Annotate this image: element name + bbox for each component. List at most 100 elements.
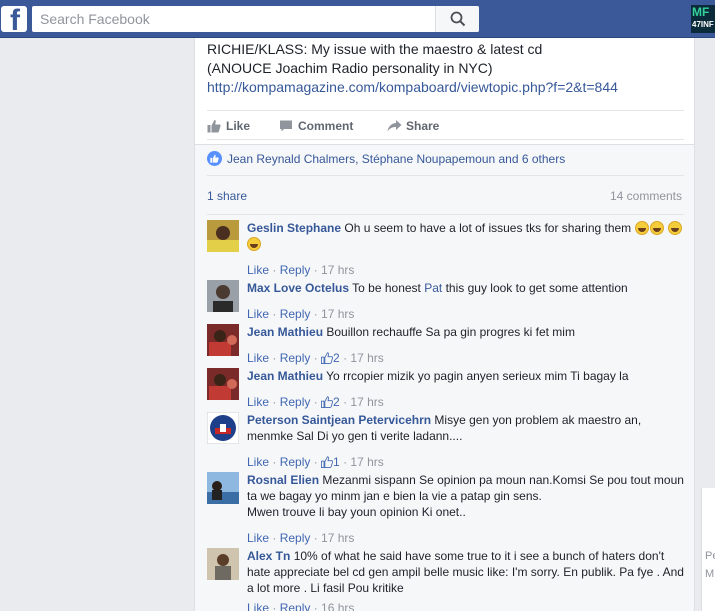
- comment-text: Oh u seem to have a lot of issues tks fo…: [344, 221, 632, 235]
- like-count-thumb-icon: [321, 396, 334, 408]
- avatar[interactable]: [207, 548, 239, 580]
- top-navigation-bar: f MF 47INF: [0, 0, 715, 38]
- page-logo-text-2: 47INF: [692, 20, 714, 29]
- right-sidebar-edge: Pe M: [701, 488, 715, 611]
- comment-meta: Like · Reply · 2 · 17 hrs: [247, 351, 384, 365]
- comment-reply-link[interactable]: Reply: [280, 395, 311, 409]
- comment-timestamp[interactable]: 17 hrs: [350, 395, 383, 409]
- thumbs-up-icon: [207, 120, 221, 133]
- comment-button-label: Comment: [298, 119, 354, 133]
- comment-reply-link[interactable]: Reply: [280, 307, 311, 321]
- facebook-logo[interactable]: f: [1, 6, 27, 32]
- comment-body: Jean Mathieu Yo rrcopier mizik yo pagin …: [247, 368, 684, 384]
- page-logo-text-1: MF: [692, 5, 710, 19]
- comment-author[interactable]: Jean Mathieu: [247, 325, 323, 339]
- search-button[interactable]: [435, 6, 479, 32]
- comment-mention[interactable]: Pat: [424, 281, 442, 295]
- laughing-emoji-icon: [667, 221, 682, 235]
- comment-count[interactable]: 14 comments: [610, 188, 682, 204]
- comment-reply-link[interactable]: Reply: [280, 531, 311, 545]
- comment-like-count[interactable]: 2: [333, 351, 340, 365]
- post-text-line-1: RICHIE/KLASS: My issue with the maestro …: [207, 41, 543, 57]
- divider: [207, 175, 684, 176]
- comment-author[interactable]: Geslin Stephane: [247, 221, 341, 235]
- comment-body: Peterson Saintjean Petervicehrn Misye ge…: [247, 412, 684, 444]
- comment-author[interactable]: Jean Mathieu: [247, 369, 323, 383]
- laughing-emoji-icon: [634, 221, 649, 235]
- comment-like-link[interactable]: Like: [247, 455, 269, 469]
- comment-timestamp[interactable]: 17 hrs: [321, 307, 354, 321]
- comment-author[interactable]: Max Love Octelus: [247, 281, 349, 295]
- post-text-line-2: (ANOUCE Joachim Radio personality in NYC…: [207, 60, 493, 76]
- reactions-and-comments: Jean Reynald Chalmers, Stéphane Noupapem…: [195, 144, 694, 611]
- comment-reply-link[interactable]: Reply: [280, 601, 311, 611]
- comment-like-link[interactable]: Like: [247, 307, 269, 321]
- comment-like-link[interactable]: Like: [247, 395, 269, 409]
- share-button[interactable]: Share: [387, 116, 457, 136]
- comment-author[interactable]: Alex Tn: [247, 549, 290, 563]
- avatar[interactable]: [207, 280, 239, 312]
- laughing-emoji-icon: [649, 221, 664, 235]
- laughing-emoji-icon: [247, 237, 261, 251]
- like-count-thumb-icon: [321, 456, 334, 468]
- comment-like-count[interactable]: 1: [333, 455, 340, 469]
- post-card: RICHIE/KLASS: My issue with the maestro …: [194, 38, 695, 611]
- comment-text: Yo rrcopier mizik yo pagin anyen serieux…: [326, 369, 629, 383]
- comment-author[interactable]: Rosnal Elien: [247, 473, 319, 487]
- avatar[interactable]: [207, 412, 239, 444]
- comment-like-count[interactable]: 2: [333, 395, 340, 409]
- divider: [207, 214, 684, 215]
- comment-author[interactable]: Peterson Saintjean Petervicehrn: [247, 413, 431, 427]
- comment-meta: Like · Reply · 2 · 17 hrs: [247, 395, 384, 409]
- comment-meta: Like · Reply · 16 hrs: [247, 600, 354, 611]
- like-button-label: Like: [226, 119, 251, 133]
- comment-timestamp[interactable]: 17 hrs: [350, 455, 383, 469]
- comment-body: Geslin Stephane Oh u seem to have a lot …: [247, 220, 684, 252]
- comment-like-link[interactable]: Like: [247, 531, 269, 545]
- comment-meta: Like · Reply · 17 hrs: [247, 307, 355, 321]
- avatar[interactable]: [207, 472, 239, 504]
- like-reaction-icon: [207, 151, 222, 166]
- comment-meta: Like · Reply · 1 · 17 hrs: [247, 455, 384, 469]
- avatar[interactable]: [207, 220, 239, 252]
- comment-timestamp[interactable]: 17 hrs: [350, 351, 383, 365]
- comment-like-link[interactable]: Like: [247, 601, 269, 611]
- facebook-logo-letter: f: [10, 6, 20, 32]
- search-icon: [450, 11, 466, 27]
- comment-text: To be honest: [352, 281, 425, 295]
- comment-body: Rosnal Elien Mezanmi sispann Se opinion …: [247, 472, 684, 520]
- post-text: RICHIE/KLASS: My issue with the maestro …: [207, 40, 687, 97]
- share-button-label: Share: [406, 119, 440, 133]
- comment-reply-link[interactable]: Reply: [280, 455, 311, 469]
- comment-timestamp[interactable]: 17 hrs: [321, 531, 354, 545]
- comment-like-link[interactable]: Like: [247, 351, 269, 365]
- post-link[interactable]: http://kompamagazine.com/kompaboard/view…: [207, 79, 618, 95]
- share-count[interactable]: 1 share: [207, 188, 247, 204]
- comment-like-link[interactable]: Like: [247, 263, 269, 277]
- likers-text: Jean Reynald Chalmers, Stéphane Noupapem…: [227, 152, 566, 166]
- comment-timestamp[interactable]: 17 hrs: [321, 263, 354, 277]
- comment-meta: Like · Reply · 17 hrs: [247, 263, 355, 277]
- comment-button[interactable]: Comment: [279, 116, 369, 136]
- page-logo-thumbnail[interactable]: MF 47INF: [691, 5, 715, 33]
- comment-body: Jean Mathieu Bouillon rechauffe Sa pa gi…: [247, 324, 684, 340]
- post-actions-bar: Like Comment Share: [207, 110, 684, 140]
- right-sidebar-text: Pe: [705, 550, 715, 562]
- like-count-thumb-icon: [321, 352, 334, 364]
- comment-timestamp[interactable]: 16 hrs: [321, 601, 354, 611]
- search-box: [32, 6, 479, 32]
- comment-text: this guy look to get some attention: [442, 281, 628, 295]
- comment-body: Max Love Octelus To be honest Pat this g…: [247, 280, 684, 296]
- comment-text: Mwen trouve li bay youn opinion Ki onet.…: [247, 505, 466, 519]
- comment-text: 10% of what he said have some true to it…: [247, 549, 684, 595]
- comment-reply-link[interactable]: Reply: [280, 263, 311, 277]
- right-sidebar-text: M: [705, 568, 715, 580]
- comment-text: Bouillon rechauffe Sa pa gin progres ki …: [326, 325, 575, 339]
- avatar[interactable]: [207, 368, 239, 400]
- comment-reply-link[interactable]: Reply: [280, 351, 311, 365]
- comment-icon: [280, 120, 292, 132]
- search-input[interactable]: [32, 6, 437, 32]
- avatar[interactable]: [207, 324, 239, 356]
- comment-meta: Like · Reply · 17 hrs: [247, 531, 355, 545]
- share-icon: [387, 120, 402, 132]
